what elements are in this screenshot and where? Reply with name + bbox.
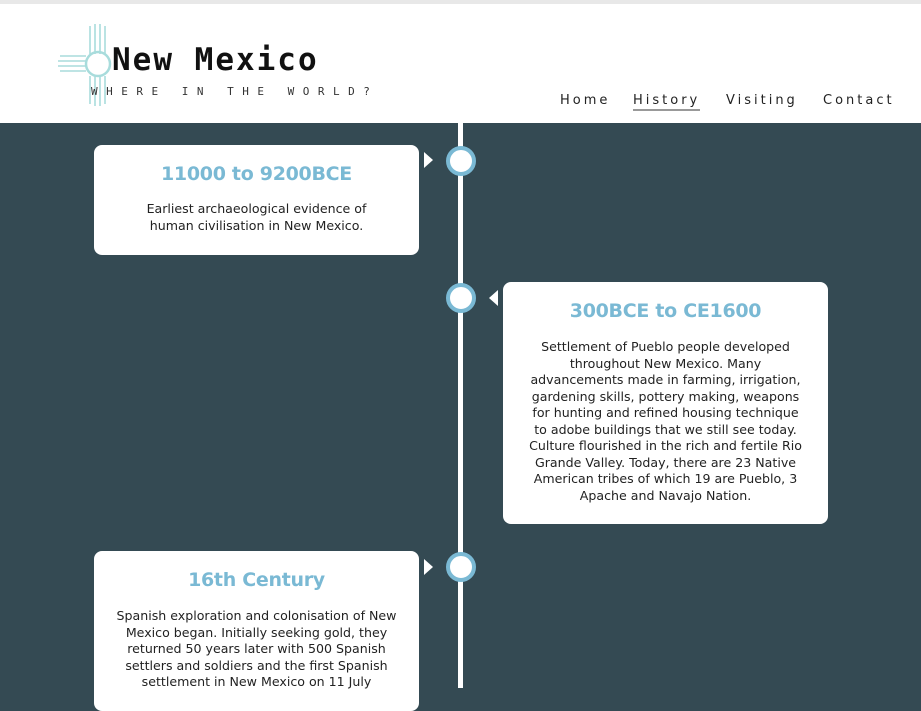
timeline-card: 300BCE to CE1600 Settlement of Pueblo pe… (503, 282, 828, 524)
timeline-line (458, 123, 463, 688)
timeline-marker (446, 283, 476, 313)
nav-item-home[interactable]: Home (560, 93, 610, 108)
main-nav: Home History Visiting Contact (560, 93, 900, 115)
timeline-marker (446, 146, 476, 176)
timeline-card: 16th Century Spanish exploration and col… (94, 551, 419, 711)
timeline-card-pointer (489, 290, 498, 306)
timeline-card-title: 11000 to 9200BCE (161, 163, 352, 185)
nav-item-history[interactable]: History (633, 93, 701, 111)
timeline-card-text: Spanish exploration and colonisation of … (116, 608, 397, 689)
nav-item-visiting[interactable]: Visiting (726, 93, 798, 108)
nav-item-contact[interactable]: Contact (823, 93, 895, 108)
site-tagline: WHERE IN THE WORLD? (91, 85, 379, 98)
timeline-card-text: Earliest archaeological evidence of huma… (146, 201, 367, 233)
site-header: New Mexico WHERE IN THE WORLD? Home Hist… (0, 4, 921, 123)
timeline-card-pointer (424, 152, 433, 168)
timeline-card-text: Settlement of Pueblo people developed th… (529, 339, 802, 503)
timeline-card-title: 16th Century (188, 569, 325, 591)
timeline-marker (446, 552, 476, 582)
timeline-card-pointer (424, 559, 433, 575)
timeline-card: 11000 to 9200BCE Earliest archaeological… (94, 145, 419, 255)
timeline-card-title: 300BCE to CE1600 (569, 300, 762, 322)
site-title[interactable]: New Mexico (112, 42, 319, 78)
